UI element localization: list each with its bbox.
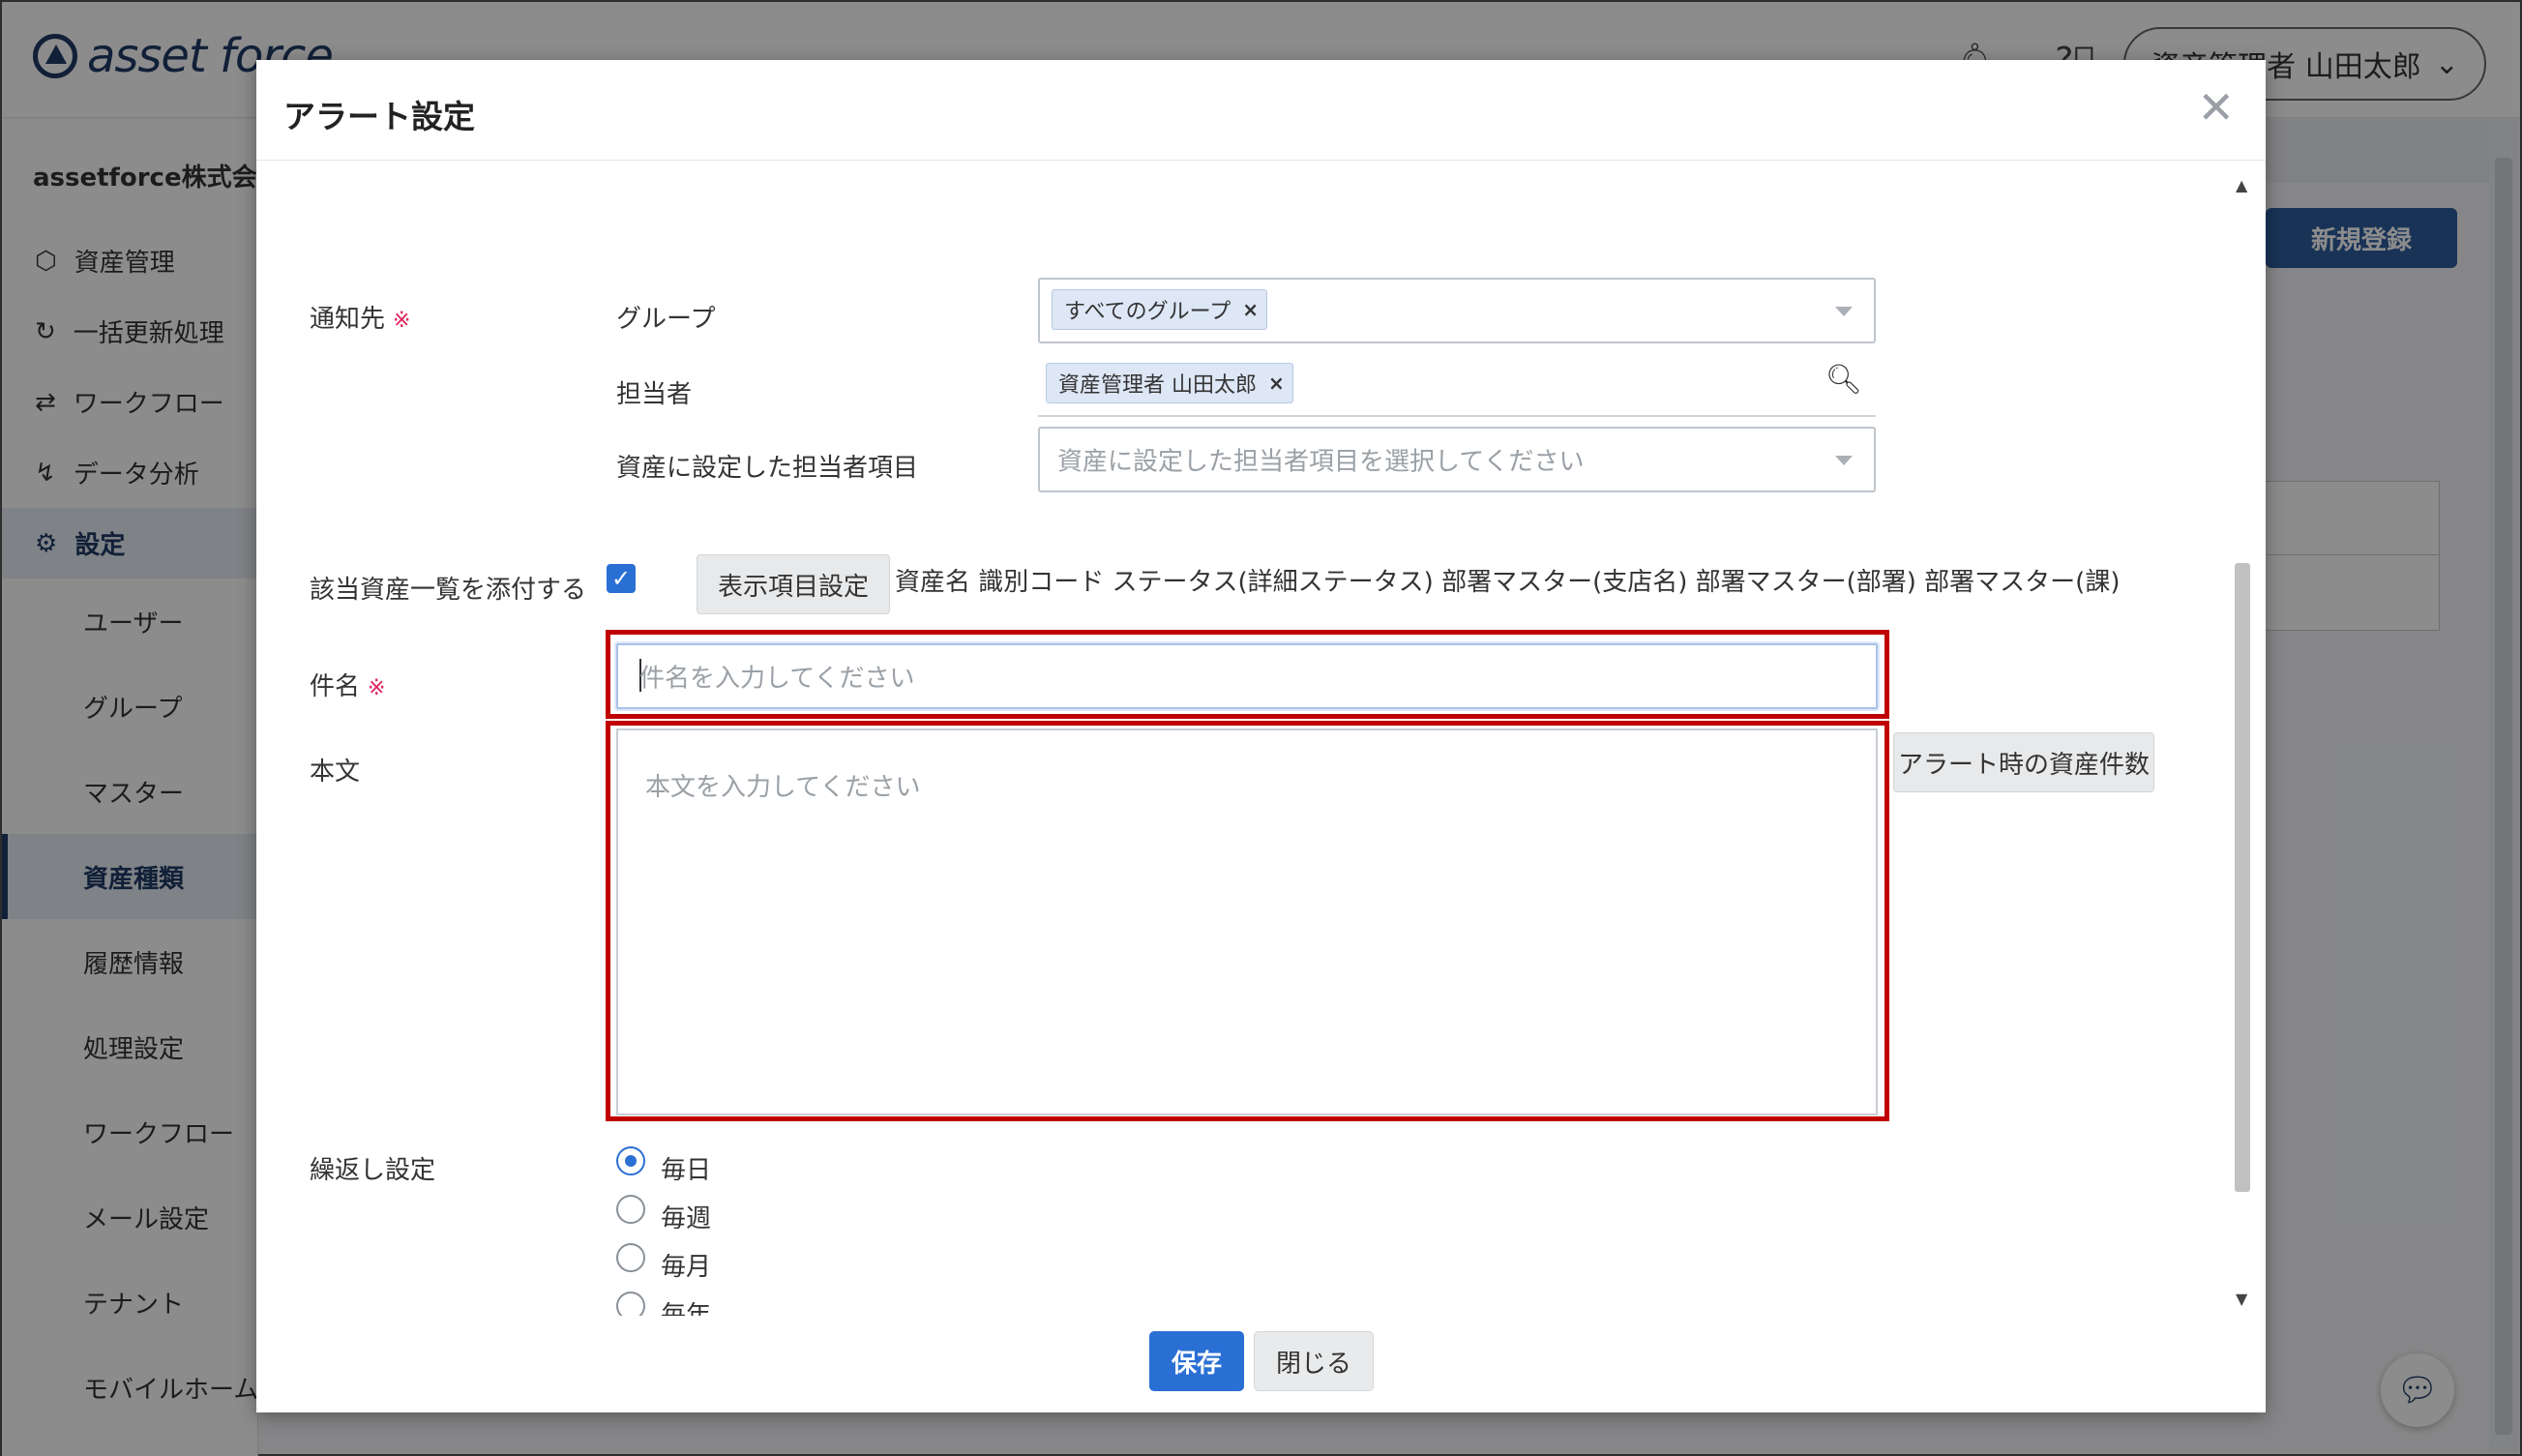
- scroll-down-icon[interactable]: ▼: [2236, 1290, 2247, 1308]
- assignee-search[interactable]: 資産管理者 山田太郎 × 🔍︎: [1038, 355, 1876, 417]
- assignee-label: 担当者: [616, 380, 693, 409]
- repeat-monthly-label: 毎月: [661, 1253, 712, 1282]
- notify-label-text: 通知先: [310, 305, 386, 334]
- display-columns-button[interactable]: 表示項目設定: [697, 554, 890, 614]
- repeat-daily-label: 毎日: [661, 1156, 712, 1185]
- save-button[interactable]: 保存: [1149, 1331, 1244, 1391]
- remove-chip-icon[interactable]: ×: [1268, 371, 1285, 395]
- assignee-chip-label: 資産管理者 山田太郎: [1058, 373, 1257, 398]
- dialog-scrollbar[interactable]: ▲ ▼: [2229, 176, 2256, 1308]
- repeat-weekly-label: 毎週: [661, 1204, 712, 1233]
- close-button[interactable]: 閉じる: [1254, 1331, 1374, 1391]
- asset-assignee-placeholder: 資産に設定した担当者項目を選択してください: [1057, 447, 1585, 477]
- dialog-title: アラート設定: [283, 98, 475, 135]
- chevron-down-icon[interactable]: [1835, 307, 1853, 316]
- notify-label: 通知先 ※: [310, 299, 410, 335]
- group-label: グループ: [616, 305, 716, 334]
- repeat-label: 繰返し設定: [310, 1156, 436, 1185]
- dialog-scrollbar-thumb[interactable]: [2235, 563, 2250, 1192]
- asset-assignee-label: 資産に設定した担当者項目: [616, 454, 919, 483]
- dialog-header: アラート設定 ✕: [256, 60, 2266, 161]
- search-icon[interactable]: 🔍︎: [1825, 363, 1862, 397]
- close-icon[interactable]: ✕: [2197, 81, 2235, 134]
- assignee-chip: 資産管理者 山田太郎 ×: [1046, 363, 1293, 403]
- required-mark: ※: [393, 309, 411, 333]
- repeat-weekly-radio[interactable]: [616, 1195, 645, 1224]
- attach-columns-text: 資産名 識別コード ステータス(詳細ステータス) 部署マスター(支店名) 部署マ…: [895, 568, 2121, 597]
- scroll-up-icon[interactable]: ▲: [2236, 176, 2247, 194]
- remove-chip-icon[interactable]: ×: [1242, 298, 1259, 321]
- required-mark: ※: [368, 676, 386, 700]
- group-chip-label: すべてのグループ: [1064, 300, 1231, 324]
- body-highlight: [606, 721, 1889, 1121]
- chevron-down-icon[interactable]: [1835, 456, 1853, 465]
- group-chip: すべてのグループ ×: [1052, 289, 1268, 330]
- body-label: 本文: [310, 758, 361, 787]
- group-select[interactable]: すべてのグループ ×: [1038, 278, 1876, 343]
- subject-highlight: [606, 630, 1889, 719]
- dialog-body: 通知先 ※ グループ すべてのグループ × 担当者 資産管理者 山田太郎 × 🔍︎…: [256, 162, 2230, 1373]
- repeat-monthly-radio[interactable]: [616, 1243, 645, 1272]
- attach-checkbox[interactable]: ✓: [607, 564, 636, 593]
- asset-assignee-select[interactable]: 資産に設定した担当者項目を選択してください: [1038, 427, 1876, 492]
- attach-label: 該当資産一覧を添付する: [310, 576, 587, 605]
- subject-label: 件名 ※: [310, 667, 385, 702]
- insert-asset-count-button[interactable]: アラート時の資産件数: [1893, 732, 2154, 792]
- repeat-daily-radio[interactable]: [616, 1146, 645, 1175]
- dialog-footer: 保存 閉じる: [256, 1316, 2266, 1412]
- alert-settings-dialog: アラート設定 ✕ 通知先 ※ グループ すべてのグループ × 担当者 資産管理者 …: [256, 60, 2266, 1412]
- subject-label-text: 件名: [310, 672, 361, 701]
